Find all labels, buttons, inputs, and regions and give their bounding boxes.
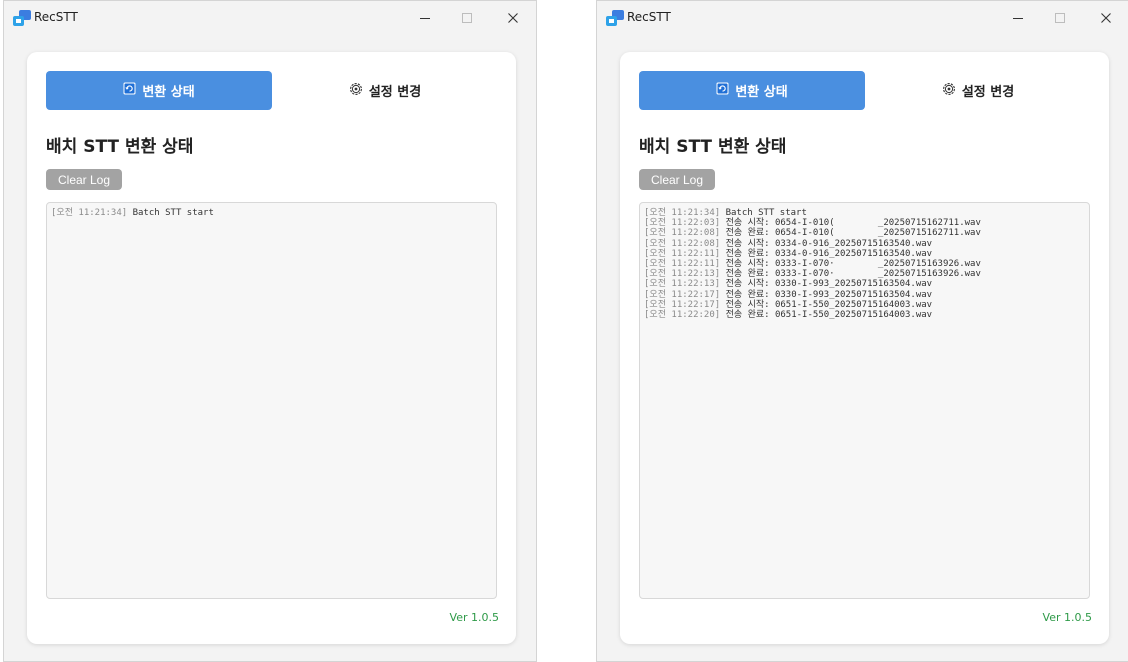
close-button[interactable]	[1091, 5, 1121, 31]
minimize-icon	[420, 18, 430, 19]
minimize-button[interactable]	[410, 5, 440, 31]
close-icon	[1101, 13, 1111, 23]
log-timestamp: [오전 11:22:08]	[644, 228, 721, 239]
tab-conversion-status[interactable]: 변환 상태	[639, 71, 865, 110]
minimize-button[interactable]	[1003, 5, 1033, 31]
log-line: [오전 11:22:11] 전송 완료: 0334-0-916_20250715…	[644, 249, 1085, 259]
app-title: RecSTT	[34, 10, 78, 24]
log-line: [오전 11:22:17] 전송 시작: 0651-I-550_20250715…	[644, 300, 1085, 310]
minimize-icon	[1013, 18, 1023, 19]
log-message: 전송 완료: 0654-I-010( _20250715162711.wav	[725, 228, 981, 239]
log-timestamp: [오전 11:21:34]	[644, 208, 721, 218]
log-timestamp: [오전 11:22:17]	[644, 299, 721, 310]
log-timestamp: [오전 11:22:13]	[644, 269, 721, 280]
log-line: [오전 11:22:13] 전송 시작: 0330-I-993_20250715…	[644, 279, 1085, 289]
log-message: Batch STT start	[132, 208, 214, 218]
refresh-icon	[123, 82, 136, 99]
title-bar[interactable]: RecSTT	[597, 1, 1128, 35]
log-line: [오전 11:22:08] 전송 완료: 0654-I-010( _202507…	[644, 228, 1085, 238]
log-timestamp: [오전 11:22:03]	[644, 218, 721, 229]
log-timestamp: [오전 11:21:34]	[51, 208, 128, 218]
log-line: [오전 11:22:20] 전송 완료: 0651-I-550_20250715…	[644, 310, 1085, 320]
maximize-button[interactable]	[1045, 5, 1075, 31]
main-panel: 변환 상태 설정 변경 배치 STT 변환 상태 Clear Log [오전 1…	[27, 52, 516, 644]
log-line: [오전 11:22:11] 전송 시작: 0333-I-070· _202507…	[644, 259, 1085, 269]
version-label: Ver 1.0.5	[449, 611, 499, 624]
maximize-icon	[462, 13, 472, 23]
log-message: 전송 시작: 0654-I-010( _20250715162711.wav	[725, 218, 981, 229]
gear-icon	[349, 82, 363, 100]
log-message: 전송 완료: 0651-I-550_20250715164003.wav	[725, 310, 933, 321]
log-timestamp: [오전 11:22:11]	[644, 259, 721, 270]
page-title: 배치 STT 변환 상태	[46, 137, 194, 157]
gear-icon	[942, 82, 956, 100]
log-line: [오전 11:22:17] 전송 완료: 0330-I-993_20250715…	[644, 290, 1085, 300]
app-window-before: RecSTT 변환 상태 설정 변경 배치 STT 변환 상태 Clear Lo…	[3, 0, 537, 662]
log-timestamp: [오전 11:22:17]	[644, 289, 721, 300]
log-message: 전송 완료: 0334-0-916_20250715163540.wav	[725, 248, 933, 259]
maximize-icon	[1055, 13, 1065, 23]
tab-conversion-status-label: 변환 상태	[735, 85, 788, 100]
tab-settings[interactable]: 설정 변경	[285, 71, 485, 110]
app-logo-icon	[13, 10, 31, 26]
page-title: 배치 STT 변환 상태	[639, 137, 787, 157]
close-button[interactable]	[498, 5, 528, 31]
log-message: 전송 시작: 0330-I-993_20250715163504.wav	[725, 279, 933, 290]
app-title: RecSTT	[627, 10, 671, 24]
tab-settings-label: 설정 변경	[961, 85, 1015, 100]
log-message: 전송 시작: 0333-I-070· _20250715163926.wav	[725, 259, 981, 270]
log-timestamp: [오전 11:22:08]	[644, 238, 721, 249]
tab-settings[interactable]: 설정 변경	[878, 71, 1078, 110]
log-timestamp: [오전 11:22:11]	[644, 248, 721, 259]
main-panel: 변환 상태 설정 변경 배치 STT 변환 상태 Clear Log [오전 1…	[620, 52, 1109, 644]
log-line: [오전 11:21:34] Batch STT start	[51, 208, 492, 218]
app-window-after: RecSTT 변환 상태 설정 변경 배치 STT 변환 상태 Clear Lo…	[596, 0, 1128, 662]
tab-conversion-status-label: 변환 상태	[142, 85, 195, 100]
close-icon	[508, 13, 518, 23]
tab-settings-label: 설정 변경	[368, 85, 422, 100]
log-message: Batch STT start	[725, 208, 807, 218]
log-timestamp: [오전 11:22:13]	[644, 279, 721, 290]
app-logo-icon	[606, 10, 624, 26]
log-output[interactable]: [오전 11:21:34] Batch STT start [오전 11:22:0…	[639, 202, 1090, 599]
version-label: Ver 1.0.5	[1042, 611, 1092, 624]
log-line: [오전 11:22:08] 전송 시작: 0334-0-916_20250715…	[644, 239, 1085, 249]
clear-log-button[interactable]: Clear Log	[46, 169, 122, 190]
log-message: 전송 완료: 0330-I-993_20250715163504.wav	[725, 289, 933, 300]
log-line: [오전 11:22:13] 전송 완료: 0333-I-070· _202507…	[644, 269, 1085, 279]
log-message: 전송 시작: 0651-I-550_20250715164003.wav	[725, 299, 933, 310]
clear-log-button[interactable]: Clear Log	[639, 169, 715, 190]
title-bar[interactable]: RecSTT	[4, 1, 536, 35]
maximize-button[interactable]	[452, 5, 482, 31]
log-line: [오전 11:22:03] 전송 시작: 0654-I-010( _202507…	[644, 218, 1085, 228]
tab-conversion-status[interactable]: 변환 상태	[46, 71, 272, 110]
log-message: 전송 시작: 0334-0-916_20250715163540.wav	[725, 238, 933, 249]
log-line: [오전 11:21:34] Batch STT start	[644, 208, 1085, 218]
log-timestamp: [오전 11:22:20]	[644, 310, 721, 321]
log-message: 전송 완료: 0333-I-070· _20250715163926.wav	[725, 269, 981, 280]
log-output[interactable]: [오전 11:21:34] Batch STT start	[46, 202, 497, 599]
refresh-icon	[716, 82, 729, 99]
